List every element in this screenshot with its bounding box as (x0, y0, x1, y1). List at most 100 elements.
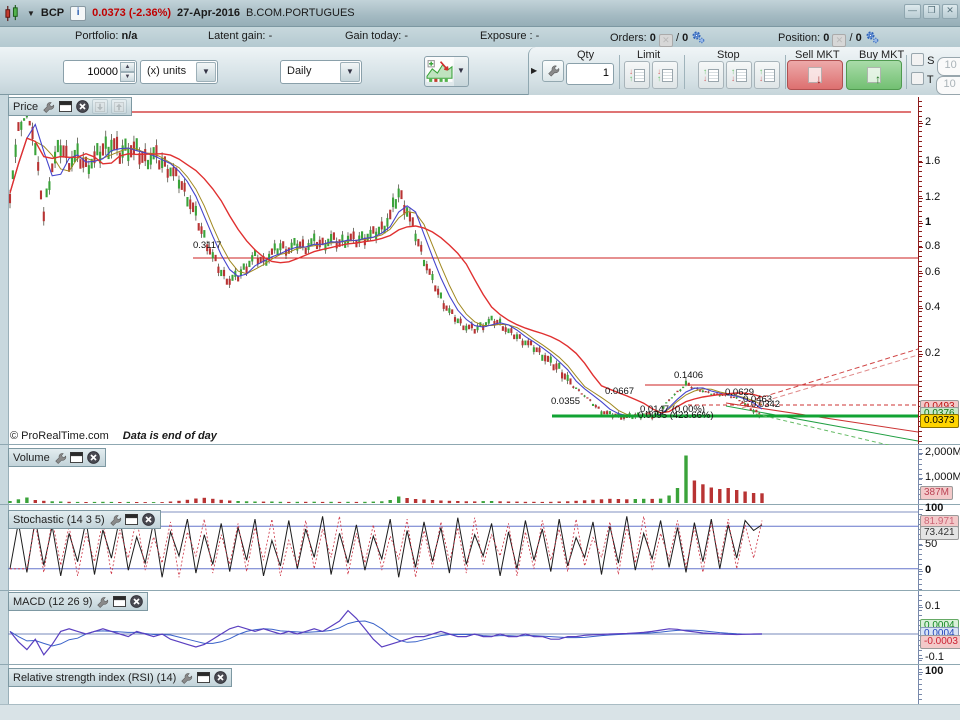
t-checkbox[interactable] (911, 72, 924, 85)
position-settings-gear-icon[interactable] (865, 30, 879, 44)
sell-market-button[interactable]: ↓ (787, 60, 843, 90)
spin-down-icon[interactable]: ▼ (120, 72, 135, 82)
limit-order-button-2[interactable]: ↓ ↑ (652, 61, 678, 89)
quote-date: 27-Apr-2016 (177, 7, 241, 19)
price-move-down-icon[interactable] (92, 99, 109, 114)
macd-close-icon[interactable] (129, 595, 143, 608)
price-move-up-icon[interactable] (111, 99, 128, 114)
price-axis-value-badge: 0.0373 (920, 414, 959, 428)
volume-detach-window-icon[interactable] (70, 451, 84, 464)
qty-input[interactable] (567, 64, 613, 82)
timeframe-dropdown[interactable]: Daily ▼ (280, 60, 362, 84)
stochastic-close-icon[interactable] (142, 513, 156, 526)
order-doc-icon (764, 68, 775, 82)
portfolio-value: n/a (121, 30, 138, 42)
volume-axis-tick (918, 453, 923, 454)
chart-area: Price Volume Stochastic (14 3 5) MACD (1… (0, 95, 960, 720)
macd-detach-window-icon[interactable] (112, 595, 126, 608)
cancel-orders-icon[interactable]: ✕ (658, 34, 673, 47)
qty-field[interactable] (566, 63, 614, 85)
data-note: Data is end of day (122, 430, 217, 442)
macd-panel-header: MACD (12 26 9) (8, 592, 149, 611)
s-checkbox[interactable] (911, 53, 924, 66)
stochastic-panel-title: Stochastic (14 3 5) (13, 513, 105, 526)
take-profit-row: T 10 (911, 72, 960, 95)
buy-arrow-icon: ↑ (875, 72, 881, 86)
volume-axis-value-badge: 387M (920, 486, 954, 500)
position-pending-count: 0 (855, 32, 862, 44)
price-axis-label: 1.2 (925, 191, 941, 203)
candlestick-chart-icon (4, 5, 21, 22)
price-axis-label: 0.2 (925, 347, 941, 359)
volume-chart[interactable] (0, 445, 918, 505)
orders-settings-gear-icon[interactable] (691, 30, 705, 44)
gain-today-value: - (404, 30, 408, 42)
quantity-stepper[interactable]: ▲ ▼ (63, 60, 137, 84)
rsi-close-icon[interactable] (213, 671, 227, 684)
order-settings-button[interactable] (542, 60, 564, 82)
price-annotation: 0.0095 (423.66%) (638, 410, 714, 421)
price-chart[interactable] (0, 95, 918, 445)
last-price-change: 0.0373 (-2.36%) (92, 7, 172, 19)
volume-settings-wrench-icon[interactable] (53, 451, 67, 464)
maximize-button[interactable]: ❐ (923, 4, 940, 19)
stop-order-button-2[interactable]: ↑ ↓ (726, 61, 752, 89)
info-icon[interactable]: i (70, 5, 87, 21)
price-annotation: 0.3117 (193, 240, 222, 251)
quantity-spin-buttons[interactable]: ▲ ▼ (120, 62, 135, 82)
minimize-button[interactable]: — (904, 4, 921, 19)
close-button[interactable]: ✕ (942, 4, 958, 19)
stochastic-panel-header: Stochastic (14 3 5) (8, 510, 161, 529)
exposure-status: Exposure : - (480, 30, 540, 42)
price-detach-window-icon[interactable] (58, 100, 72, 113)
macd-axis-label: -0.1 (925, 651, 944, 663)
price-settings-wrench-icon[interactable] (41, 100, 55, 113)
order-doc-icon (708, 68, 719, 82)
panel-divider[interactable] (0, 664, 960, 665)
price-axis-label: 0.6 (925, 266, 941, 278)
rsi-detach-window-icon[interactable] (196, 671, 210, 684)
spin-up-icon[interactable]: ▲ (120, 62, 135, 72)
price-axis-tick (918, 354, 923, 355)
macd-axis-value-badge: -0.0003 (920, 635, 960, 649)
price-axis-tick (918, 223, 923, 224)
orders-status: Orders: 0 ✕ / 0 (610, 30, 705, 47)
order-doc-icon (736, 68, 747, 82)
limit-label: Limit (637, 49, 661, 61)
price-axis-tick (918, 162, 923, 163)
close-position-icon[interactable]: ✕ (832, 34, 847, 47)
timeframe-value: Daily (287, 65, 312, 77)
portfolio-status-bar: Portfolio: n/a Latent gain: - Gain today… (0, 27, 960, 48)
chart-type-button[interactable] (424, 56, 456, 87)
position-status: Position: 0 ✕ / 0 (778, 30, 879, 47)
timeframe-dropdown-arrow-icon[interactable]: ▼ (340, 62, 360, 82)
ticker-symbol[interactable]: BCP (41, 7, 64, 19)
limit-order-button-1[interactable]: ↓ ↑ (624, 61, 650, 89)
stop-order-button-1[interactable]: ↑ ↓ (698, 61, 724, 89)
units-dropdown[interactable]: (x) units ▼ (140, 60, 218, 84)
collapse-panel-arrow-icon[interactable]: ▶ (531, 61, 541, 81)
t-value-field[interactable]: 10 (936, 76, 960, 95)
volume-close-icon[interactable] (87, 451, 101, 464)
stop-order-button-3[interactable]: ↑ ↓ (754, 61, 780, 89)
price-axis-tick (918, 308, 923, 309)
exposure-value: - (535, 30, 540, 42)
price-close-icon[interactable] (75, 100, 89, 113)
price-panel-title: Price (13, 100, 39, 113)
macd-axis-tick (918, 658, 923, 659)
buy-market-button[interactable]: ↑ (846, 60, 902, 90)
units-dropdown-arrow-icon[interactable]: ▼ (196, 62, 216, 82)
instrument-dropdown-arrow-icon[interactable]: ▼ (27, 9, 35, 18)
stochastic-detach-window-icon[interactable] (125, 513, 139, 526)
stochastic-settings-wrench-icon[interactable] (108, 513, 122, 526)
macd-axis-label: 0.1 (925, 600, 941, 612)
units-value: (x) units (147, 65, 187, 77)
stochastic-axis-tick (918, 509, 923, 510)
chart-type-icon (426, 59, 453, 83)
volume-panel-title: Volume (13, 451, 50, 464)
window-controls: — ❐ ✕ (904, 4, 958, 19)
macd-settings-wrench-icon[interactable] (95, 595, 109, 608)
chart-type-dropdown-arrow-icon[interactable]: ▼ (454, 56, 469, 87)
rsi-settings-wrench-icon[interactable] (179, 671, 193, 684)
quantity-input[interactable] (66, 62, 120, 82)
